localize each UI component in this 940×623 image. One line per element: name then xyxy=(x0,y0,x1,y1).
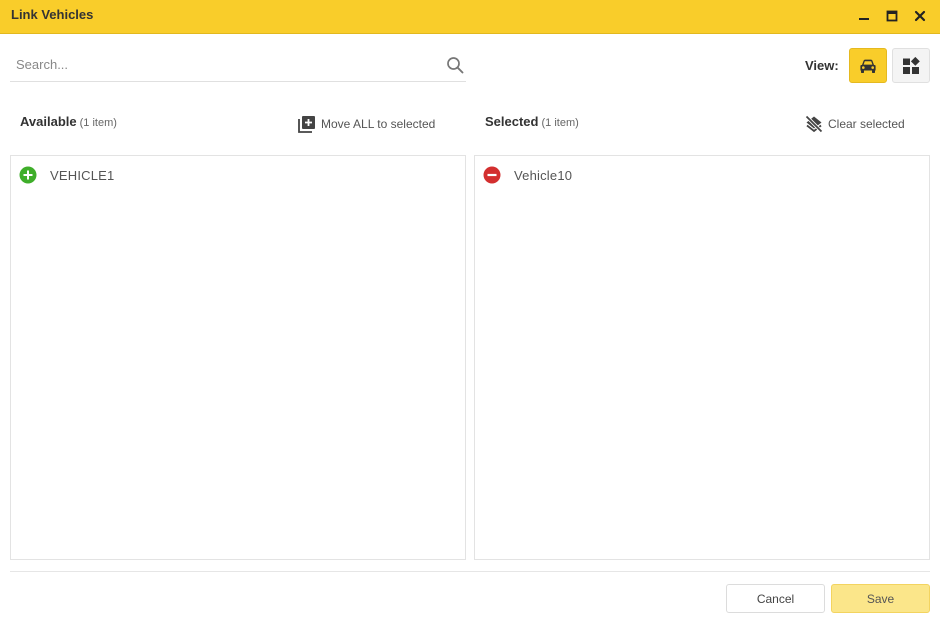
view-vehicle-button[interactable] xyxy=(849,48,887,83)
available-heading: Available xyxy=(20,114,77,129)
vehicle-icon xyxy=(860,59,876,73)
selected-header: Selected (1 item) xyxy=(485,114,579,134)
save-button[interactable]: Save xyxy=(831,584,930,613)
close-icon xyxy=(914,10,926,22)
clear-selected-label: Clear selected xyxy=(828,117,905,131)
view-group-button[interactable] xyxy=(892,48,930,83)
list-item[interactable]: VEHICLE1 xyxy=(19,165,114,185)
clear-selected-button[interactable]: Clear selected xyxy=(805,113,905,135)
search-icon[interactable] xyxy=(446,56,464,74)
move-all-label: Move ALL to selected xyxy=(321,117,436,131)
maximize-button[interactable] xyxy=(880,4,904,28)
search-input[interactable] xyxy=(10,48,430,81)
title-bar: Link Vehicles xyxy=(0,0,940,34)
view-label: View: xyxy=(805,58,839,73)
group-icon xyxy=(903,56,920,74)
search-box xyxy=(10,48,466,82)
selected-heading: Selected xyxy=(485,114,539,129)
selected-list: Vehicle10 xyxy=(474,155,930,560)
available-count: (1 item) xyxy=(79,117,117,129)
remove-circle-icon[interactable] xyxy=(483,166,501,184)
minimize-button[interactable] xyxy=(852,4,876,28)
list-item[interactable]: Vehicle10 xyxy=(483,165,572,185)
library-add-icon xyxy=(298,116,315,133)
layers-clear-icon xyxy=(805,115,823,133)
list-item-label: VEHICLE1 xyxy=(50,167,115,183)
maximize-icon xyxy=(886,10,898,22)
available-header: Available (1 item) xyxy=(20,114,117,134)
move-all-button[interactable]: Move ALL to selected xyxy=(298,113,435,135)
add-circle-icon[interactable] xyxy=(19,166,37,184)
list-item-label: Vehicle10 xyxy=(514,167,573,183)
minimize-icon xyxy=(859,18,869,20)
window-title: Link Vehicles xyxy=(11,7,94,22)
cancel-button[interactable]: Cancel xyxy=(726,584,825,613)
available-list: VEHICLE1 xyxy=(10,155,466,560)
selected-count: (1 item) xyxy=(541,117,579,129)
footer-divider xyxy=(10,571,930,572)
close-button[interactable] xyxy=(908,4,932,28)
